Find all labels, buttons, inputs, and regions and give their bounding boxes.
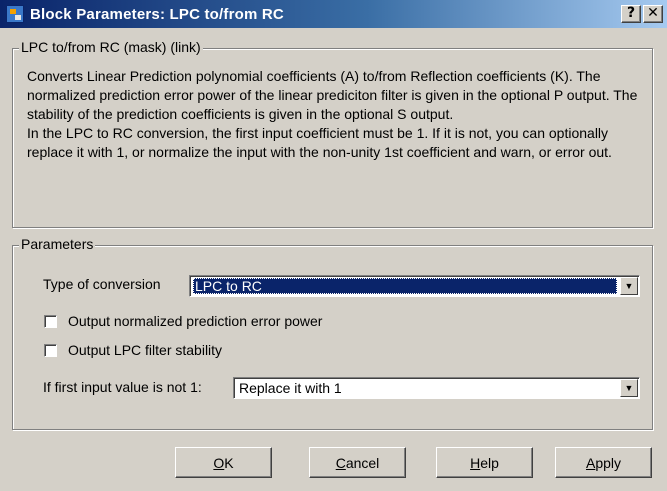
window-title: Block Parameters: LPC to/from RC (30, 5, 284, 23)
output-error-power-checkbox[interactable] (44, 315, 57, 328)
description-group-legend: LPC to/from RC (mask) (link) (19, 39, 203, 55)
apply-button[interactable]: Apply (555, 447, 652, 478)
chevron-down-icon[interactable]: ▼ (620, 277, 638, 295)
ok-label-rest: K (224, 454, 234, 471)
description-group: LPC to/from RC (mask) (link) Converts Li… (12, 39, 653, 228)
cancel-label-rest: ancel (345, 454, 380, 471)
help-button[interactable]: Help (436, 447, 533, 478)
close-button[interactable]: ✕ (643, 5, 663, 23)
cancel-mnemonic: C (335, 454, 346, 471)
block-parameters-dialog: Block Parameters: LPC to/from RC ? ✕ LPC… (0, 0, 667, 491)
parameters-group-legend: Parameters (19, 236, 96, 252)
first-input-select[interactable]: Replace it with 1 ▼ (233, 377, 640, 399)
title-help-button[interactable]: ? (621, 5, 641, 23)
description-paragraph-2: In the LPC to RC conversion, the first i… (27, 125, 612, 160)
first-input-value: Replace it with 1 (239, 380, 342, 396)
parameters-group: Parameters (12, 236, 653, 430)
apply-mnemonic: A (585, 454, 596, 471)
simulink-block-icon (6, 5, 24, 23)
output-stability-label[interactable]: Output LPC filter stability (68, 342, 222, 358)
ok-mnemonic: O (213, 454, 225, 471)
ok-button[interactable]: OK (175, 447, 272, 478)
cancel-button[interactable]: Cancel (309, 447, 406, 478)
output-error-power-label[interactable]: Output normalized prediction error power (68, 313, 322, 329)
apply-label-rest: pply (595, 454, 622, 471)
block-description: Converts Linear Prediction polynomial co… (27, 67, 647, 162)
conversion-type-select[interactable]: LPC to RC ▼ (189, 275, 640, 297)
conversion-type-value: LPC to RC (193, 278, 617, 294)
chevron-down-icon[interactable]: ▼ (620, 379, 638, 397)
output-stability-checkbox[interactable] (44, 344, 57, 357)
help-mnemonic: H (470, 454, 481, 471)
description-paragraph-1: Converts Linear Prediction polynomial co… (27, 68, 638, 122)
first-input-label: If first input value is not 1: (43, 379, 202, 395)
title-bar[interactable]: Block Parameters: LPC to/from RC ? ✕ (0, 0, 667, 28)
help-label-rest: elp (480, 454, 499, 471)
conversion-type-label: Type of conversion (43, 276, 161, 292)
